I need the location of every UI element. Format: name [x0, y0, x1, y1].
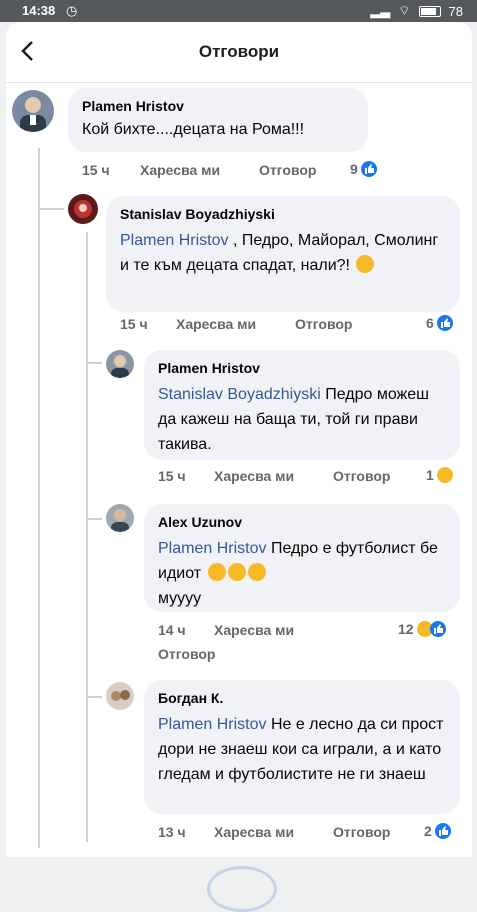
- avatar[interactable]: [68, 194, 98, 224]
- reaction-number: 9: [350, 161, 358, 177]
- person-icon: [111, 509, 129, 532]
- battery-icon: [418, 5, 441, 17]
- grinning-emoji-icon: [227, 563, 246, 581]
- mention-link[interactable]: Plamen Hristov: [120, 232, 228, 249]
- thread-line: [86, 232, 88, 842]
- like-reaction-icon: [429, 621, 446, 637]
- mention-link[interactable]: Stanislav Boyadzhiyski: [158, 386, 321, 403]
- reaction-number: 1: [426, 467, 434, 483]
- haha-reaction-icon: [436, 467, 453, 483]
- signal-icon: ▂▃: [370, 3, 391, 18]
- person-icon: [111, 355, 129, 378]
- reply-button[interactable]: Отговор: [295, 316, 352, 332]
- comment-time: 15 ч: [158, 468, 186, 484]
- status-icons: ▂▃ ⌔ 78: [370, 3, 463, 19]
- like-button[interactable]: Харесва ми: [214, 468, 294, 484]
- reply-button[interactable]: Отговор: [333, 468, 390, 484]
- reaction-count[interactable]: 12: [398, 621, 446, 637]
- home-indicator[interactable]: [207, 866, 277, 912]
- person-icon: [74, 200, 92, 218]
- reply-button[interactable]: Отговор: [158, 646, 215, 662]
- comment-text: Stanislav Boyadzhiyski Педро можеш да ка…: [158, 382, 446, 457]
- like-reaction-icon: [434, 823, 451, 839]
- reaction-number: 12: [398, 621, 414, 637]
- comment-author[interactable]: Plamen Hristov: [82, 98, 354, 114]
- comment-text: Plamen Hristov , Педро, Майорал, Смолинг…: [120, 228, 446, 278]
- mention-link[interactable]: Plamen Hristov: [158, 716, 266, 733]
- like-button[interactable]: Харесва ми: [140, 162, 220, 178]
- person-icon: [111, 690, 130, 701]
- replies-screen: Отговори Plamen Hristov Кой бихте....дец…: [6, 22, 472, 857]
- comment-author[interactable]: Богдан К.: [158, 690, 446, 706]
- comment-author[interactable]: Stanislav Boyadzhiyski: [120, 206, 446, 222]
- clock: 14:38: [22, 3, 56, 18]
- reaction-number: 6: [426, 315, 434, 331]
- like-reaction-icon: [436, 315, 453, 331]
- grinning-emoji-icon: [207, 563, 226, 581]
- laughing-emoji-icon: [356, 255, 375, 273]
- comment-text: Plamen Hristov Педро е футболист бе идио…: [158, 536, 446, 611]
- wifi-icon: ⌔: [398, 3, 411, 18]
- reaction-count[interactable]: 1: [426, 467, 453, 483]
- reply-button[interactable]: Отговор: [259, 162, 316, 178]
- comment-time: 14 ч: [158, 622, 186, 638]
- alarm-icon: ◷: [66, 3, 78, 18]
- like-reaction-icon: [360, 161, 377, 177]
- comment-bubble[interactable]: Богдан К. Plamen Hristov Не е лесно да с…: [144, 680, 460, 814]
- like-button[interactable]: Харесва ми: [176, 316, 256, 332]
- comment-bubble[interactable]: Plamen Hristov Кой бихте....децата на Ро…: [68, 88, 368, 152]
- comment-time: 13 ч: [158, 824, 186, 840]
- reaction-number: 2: [424, 823, 432, 839]
- comment-body-line2: муууу: [158, 590, 202, 607]
- like-button[interactable]: Харесва ми: [214, 622, 294, 638]
- page-title: Отговори: [198, 42, 280, 61]
- reaction-count[interactable]: 9: [350, 161, 377, 177]
- avatar[interactable]: [106, 504, 134, 532]
- comment-author[interactable]: Alex Uzunov: [158, 514, 446, 530]
- reaction-count[interactable]: 6: [426, 315, 453, 331]
- thread-connector: [86, 362, 102, 364]
- thread-line: [38, 148, 40, 848]
- comment-time: 15 ч: [82, 162, 110, 178]
- reply-button[interactable]: Отговор: [333, 824, 390, 840]
- comment-time: 15 ч: [120, 316, 148, 332]
- comment-text: Кой бихте....децата на Рома!!!: [82, 121, 305, 138]
- battery-level: 78: [448, 3, 463, 19]
- comment-bubble[interactable]: Plamen Hristov Stanislav Boyadzhiyski Пе…: [144, 350, 460, 460]
- avatar[interactable]: [106, 682, 134, 710]
- like-button[interactable]: Харесва ми: [214, 824, 294, 840]
- person-icon: [20, 97, 46, 132]
- comment-text: Plamen Hristov Не е лесно да си прост до…: [158, 712, 446, 787]
- reaction-count[interactable]: 2: [424, 823, 451, 839]
- mention-link[interactable]: Plamen Hristov: [158, 540, 266, 557]
- comment-bubble[interactable]: Stanislav Boyadzhiyski Plamen Hristov , …: [106, 196, 460, 312]
- avatar[interactable]: [106, 350, 134, 378]
- header: Отговори: [6, 22, 472, 83]
- thread-connector: [86, 518, 102, 520]
- thread-connector: [86, 696, 102, 698]
- comment-author[interactable]: Plamen Hristov: [158, 360, 446, 376]
- thread-connector: [38, 208, 64, 210]
- status-bar: 14:38 ◷ ▂▃ ⌔ 78: [0, 0, 477, 22]
- grinning-emoji-icon: [247, 563, 266, 581]
- avatar[interactable]: [12, 90, 54, 132]
- comment-bubble[interactable]: Alex Uzunov Plamen Hristov Педро е футбо…: [144, 504, 460, 612]
